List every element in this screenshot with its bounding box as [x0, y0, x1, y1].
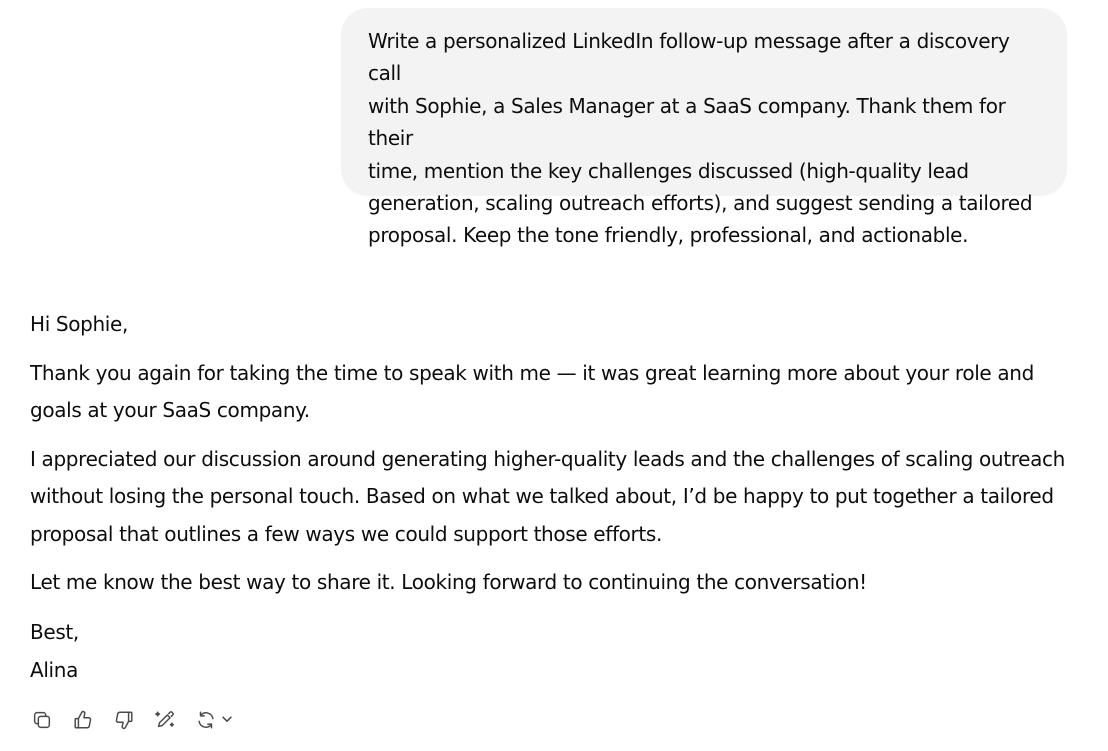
- thumbs-up-icon: [74, 710, 92, 729]
- regenerate-icon: [198, 711, 214, 729]
- message-signature: Alina: [30, 657, 78, 682]
- assistant-message: Hi Sophie, Thank you again for taking th…: [30, 306, 1090, 689]
- thumbs-down-icon: [115, 711, 133, 730]
- copy-icon: [33, 711, 51, 729]
- message-paragraph-3: Let me know the best way to share it. Lo…: [30, 570, 867, 594]
- user-message-line: proposal. Keep the tone friendly, profes…: [368, 223, 969, 248]
- message-greeting: Hi Sophie,: [30, 312, 128, 336]
- user-message-bubble: Write a personalized LinkedIn follow-up …: [341, 8, 1067, 247]
- thumbs-down-button[interactable]: [112, 708, 136, 732]
- user-message-line: generation, scaling outreach efforts), a…: [368, 191, 1033, 216]
- chevron-down-icon: [220, 711, 234, 730]
- message-line: goals at your SaaS company.: [30, 398, 310, 422]
- message-action-bar: [30, 705, 234, 735]
- message-paragraph-1: Thank you again for taking the time to s…: [30, 355, 1090, 430]
- message-line: proposal that outlines a few ways we cou…: [30, 521, 662, 546]
- edit-button[interactable]: [153, 708, 177, 732]
- copy-button[interactable]: [30, 708, 54, 732]
- edit-icon: [155, 711, 175, 728]
- message-line: I appreciated our discussion around gene…: [30, 446, 1065, 471]
- message-signoff: Best,: [30, 619, 79, 644]
- regenerate-button[interactable]: [194, 708, 234, 732]
- user-message-line: with Sophie, a Sales Manager at a SaaS c…: [368, 93, 1006, 151]
- message-paragraph-2: I appreciated our discussion around gene…: [30, 441, 1090, 554]
- regenerate-icon-wrap: [194, 708, 218, 732]
- message-line: Thank you again for taking the time to s…: [30, 360, 1034, 385]
- thumbs-up-button[interactable]: [71, 708, 95, 732]
- user-message-line: time, mention the key challenges discuss…: [368, 158, 969, 183]
- user-message-line: Write a personalized LinkedIn follow-up …: [368, 29, 1010, 86]
- message-line: without losing the personal touch. Based…: [30, 484, 1054, 508]
